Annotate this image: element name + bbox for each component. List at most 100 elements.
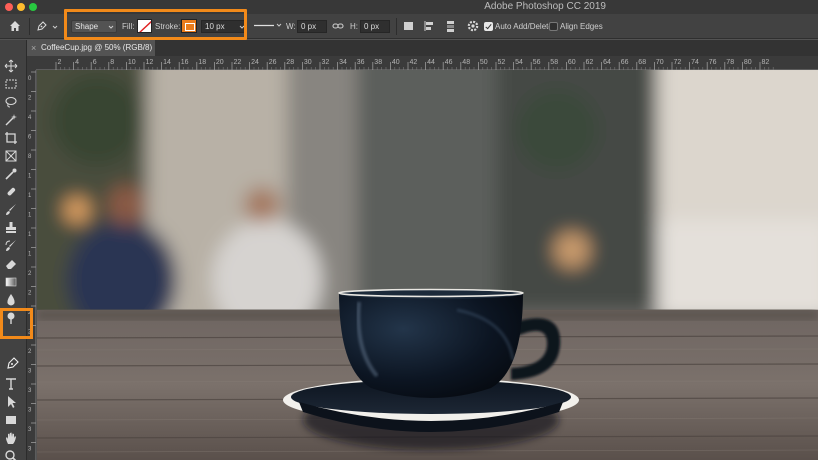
chevron-down-icon[interactable] xyxy=(52,24,58,30)
auto-add-delete-checkbox[interactable] xyxy=(484,22,493,31)
ruler-tick-label: 3 xyxy=(28,369,32,375)
tools-panel xyxy=(0,40,27,460)
path-operations-icon[interactable] xyxy=(402,19,416,33)
ruler-tick-label: 1 xyxy=(28,232,32,238)
ruler-tick-label: 8 xyxy=(110,59,114,66)
close-tab-icon[interactable]: × xyxy=(31,40,36,56)
magic-wand-tool-icon[interactable] xyxy=(4,113,18,127)
ruler-tick-label: 76 xyxy=(709,59,717,66)
w-label: W: xyxy=(286,22,296,31)
ruler-tick-label: 62 xyxy=(586,59,594,66)
gradient-tool-icon[interactable] xyxy=(4,275,18,289)
ruler-tick-label: 64 xyxy=(603,59,611,66)
ruler-origin[interactable] xyxy=(27,56,36,70)
ruler-tick-label: 46 xyxy=(445,59,453,66)
ruler-tick-label: 4 xyxy=(28,115,32,121)
lasso-tool-icon[interactable] xyxy=(4,95,18,109)
type-tool-icon[interactable] xyxy=(4,377,18,391)
rectangle-tool-icon[interactable] xyxy=(4,413,18,427)
ruler-tick-label: 30 xyxy=(304,59,312,66)
ruler-tick-label: 2 xyxy=(28,291,32,297)
ruler-tick-label: 1 xyxy=(28,193,32,199)
ruler-tick-label: 24 xyxy=(251,59,259,66)
ruler-tick-label: 34 xyxy=(339,59,347,66)
history-brush-tool-icon[interactable] xyxy=(4,239,18,253)
ruler-tick-label: 4 xyxy=(75,59,79,66)
move-tool-icon[interactable] xyxy=(4,59,18,73)
stroke-line-icon xyxy=(254,23,282,27)
link-icon[interactable] xyxy=(332,19,344,33)
ruler-tick-label: 3 xyxy=(28,408,32,414)
blur-tool-icon[interactable] xyxy=(4,293,18,307)
ruler-tick-label: 0 xyxy=(28,76,32,82)
ruler-tick-label: 80 xyxy=(744,59,752,66)
ruler-tick-label: 60 xyxy=(568,59,576,66)
ruler-tick-label: 2 xyxy=(28,271,32,277)
ruler-tick-label: 18 xyxy=(198,59,206,66)
ruler-tick-label: 12 xyxy=(146,59,154,66)
ruler-tick-label: 44 xyxy=(427,59,435,66)
pen-tool-icon[interactable] xyxy=(6,356,20,370)
horizontal-ruler[interactable]: 2 4 6 8 10 12 14 16 18 20 22 24 26 28 30 32 34 36 38 40 42 44… xyxy=(36,56,818,70)
ruler-tick-label: 3 xyxy=(28,447,32,453)
frame-tool-icon[interactable] xyxy=(4,149,18,163)
ruler-tick-label: 26 xyxy=(269,59,277,66)
brush-tool-icon[interactable] xyxy=(4,203,18,217)
ruler-tick-label: 74 xyxy=(691,59,699,66)
ruler-tick-label: 20 xyxy=(216,59,224,66)
separator xyxy=(29,18,30,35)
ruler-tick-label: 1 xyxy=(28,174,32,180)
path-selection-tool-icon[interactable] xyxy=(4,395,18,409)
stroke-type-select[interactable] xyxy=(250,20,282,33)
pen-tool-preset-icon[interactable] xyxy=(36,20,48,32)
auto-add-delete-label: Auto Add/Delete xyxy=(495,22,553,31)
healing-brush-tool-icon[interactable] xyxy=(4,185,18,199)
ruler-tick-label: 56 xyxy=(533,59,541,66)
ruler-tick-label: 10 xyxy=(128,59,136,66)
crop-tool-icon[interactable] xyxy=(4,131,18,145)
document-tab[interactable]: × CoffeeCup.jpg @ 50% (RGB/8) xyxy=(27,40,155,56)
gear-icon[interactable] xyxy=(466,19,480,33)
height-input[interactable]: 0 px xyxy=(360,20,390,33)
vertical-ruler[interactable]: 02468111112222233333 xyxy=(27,70,36,460)
ruler-tick-label: 70 xyxy=(656,59,664,66)
eyedropper-tool-icon[interactable] xyxy=(4,167,18,181)
document-canvas[interactable] xyxy=(37,70,818,460)
ruler-tick-label: 82 xyxy=(762,59,770,66)
ruler-tick-label: 2 xyxy=(28,96,32,102)
zoom-tool-icon[interactable] xyxy=(4,449,18,460)
ruler-tick-label: 54 xyxy=(515,59,523,66)
ruler-tick-label: 78 xyxy=(726,59,734,66)
h-label: H: xyxy=(350,22,358,31)
marquee-tool-icon[interactable] xyxy=(4,77,18,91)
coffee-cup-photo xyxy=(37,70,818,460)
align-edges-label: Align Edges xyxy=(560,22,603,31)
path-arrangement-icon[interactable] xyxy=(444,19,458,33)
clone-stamp-tool-icon[interactable] xyxy=(4,221,18,235)
ruler-tick-label: 58 xyxy=(550,59,558,66)
document-tab-label: CoffeeCup.jpg @ 50% (RGB/8) xyxy=(41,43,153,52)
ruler-tick-label: 3 xyxy=(28,427,32,433)
hand-tool-icon[interactable] xyxy=(4,431,18,445)
ruler-tick-label: 32 xyxy=(322,59,330,66)
ruler-tick-label: 50 xyxy=(480,59,488,66)
ruler-tick-label: 8 xyxy=(28,154,32,160)
ruler-tick-label: 6 xyxy=(28,135,32,141)
ruler-tick-label: 14 xyxy=(163,59,171,66)
path-alignment-icon[interactable] xyxy=(422,19,436,33)
vertical-ruler-ticks: 02468111112222233333 xyxy=(28,71,36,453)
align-edges-checkbox[interactable] xyxy=(549,22,558,31)
ruler-tick-label: 2 xyxy=(28,349,32,355)
width-input[interactable]: 0 px xyxy=(297,20,327,33)
ruler-tick-label: 22 xyxy=(234,59,242,66)
ruler-tick-label: 2 xyxy=(58,59,62,66)
ruler-tick-label: 28 xyxy=(286,59,294,66)
ruler-tick-label: 1 xyxy=(28,252,32,258)
ruler-tick-label: 66 xyxy=(621,59,629,66)
pen-tool-highlight-box xyxy=(0,308,33,339)
ruler-tick-label: 68 xyxy=(638,59,646,66)
home-icon[interactable] xyxy=(9,20,21,32)
ruler-tick-label: 38 xyxy=(374,59,382,66)
ruler-tick-label: 72 xyxy=(674,59,682,66)
eraser-tool-icon[interactable] xyxy=(4,257,18,271)
